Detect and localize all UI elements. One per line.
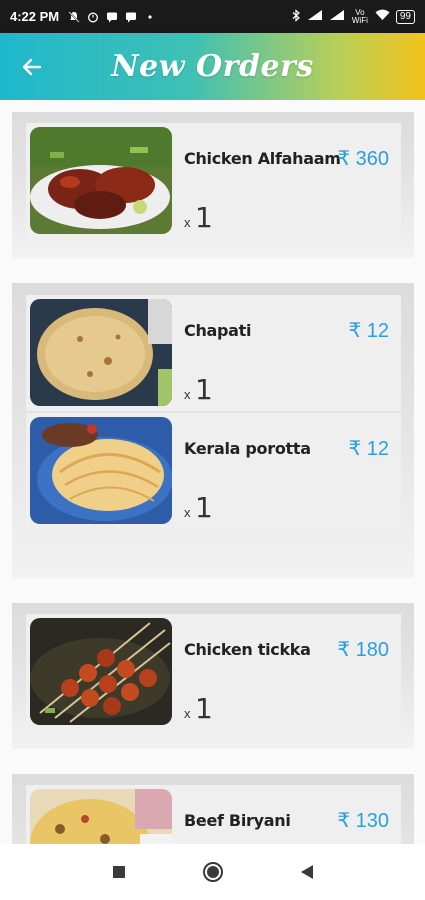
- back-icon: [300, 865, 313, 879]
- item-name: Chicken tickka: [184, 640, 311, 659]
- status-bar: 4:22 PM Vo WiFi 99: [0, 0, 425, 33]
- dot-icon: [143, 10, 156, 23]
- order-item: Kerala porotta ₹ 12 x 1: [26, 413, 401, 529]
- item-name: Beef Biryani: [184, 811, 291, 830]
- recents-icon: [112, 866, 125, 878]
- system-nav-bar: [0, 844, 425, 900]
- app-header: New Orders: [0, 33, 425, 100]
- order-item: Beef Biryani ₹ 130 x 1: [26, 785, 401, 844]
- item-price: ₹ 360: [337, 148, 389, 170]
- item-quantity: x 1: [184, 201, 213, 234]
- alarm-icon: [86, 10, 99, 23]
- network-label: Vo WiFi: [351, 7, 368, 25]
- chicken-tikka-image: [30, 618, 172, 725]
- order-item: Chicken tickka ₹ 180 x 1: [26, 614, 401, 730]
- home-button[interactable]: [201, 860, 225, 884]
- item-quantity: x 1: [184, 373, 213, 406]
- status-time: 4:22 PM: [10, 9, 60, 24]
- order-item: Chapati ₹ 12 x 1: [26, 295, 401, 411]
- mute-icon: [67, 10, 80, 23]
- signal-icon: [329, 9, 345, 24]
- nav-back-button[interactable]: [295, 860, 319, 884]
- order-item: Chicken Alfahaam ₹ 360 x 1: [26, 123, 401, 239]
- order-card[interactable]: Chicken tickka ₹ 180 x 1: [12, 603, 414, 749]
- order-card[interactable]: Chicken Alfahaam ₹ 360 x 1: [12, 112, 414, 258]
- item-price: ₹ 130: [337, 810, 389, 832]
- back-button[interactable]: [16, 51, 48, 83]
- orders-list[interactable]: Chicken Alfahaam ₹ 360 x 1 Chapati ₹ 12 …: [0, 100, 425, 844]
- message-icon: [124, 10, 137, 23]
- item-name: Chicken Alfahaam: [184, 149, 341, 168]
- message-icon: [105, 10, 118, 23]
- wifi-icon: [375, 9, 390, 24]
- order-card[interactable]: Beef Biryani ₹ 130 x 1: [12, 774, 414, 844]
- arrow-left-icon: [22, 58, 42, 76]
- battery-indicator: 99: [395, 9, 415, 24]
- recents-button[interactable]: [107, 860, 131, 884]
- notification-icons: [67, 10, 156, 23]
- item-price: ₹ 12: [348, 438, 389, 460]
- item-quantity: x 1: [184, 491, 213, 524]
- home-icon: [202, 862, 223, 882]
- item-name: Kerala porotta: [184, 439, 311, 458]
- bluetooth-icon: [292, 8, 301, 25]
- item-name: Chapati: [184, 321, 252, 340]
- signal-icon: [307, 9, 323, 24]
- biryani-image: [30, 789, 172, 844]
- chapati-image: [30, 299, 172, 406]
- order-card[interactable]: Chapati ₹ 12 x 1 Kerala porotta ₹ 12 x 1: [12, 283, 414, 578]
- grilled-chicken-image: [30, 127, 172, 234]
- page-title: New Orders: [111, 49, 314, 84]
- item-price: ₹ 180: [337, 639, 389, 661]
- system-icons: Vo WiFi 99: [292, 7, 415, 25]
- porotta-image: [30, 417, 172, 524]
- item-quantity: x 1: [184, 692, 213, 725]
- item-price: ₹ 12: [348, 320, 389, 342]
